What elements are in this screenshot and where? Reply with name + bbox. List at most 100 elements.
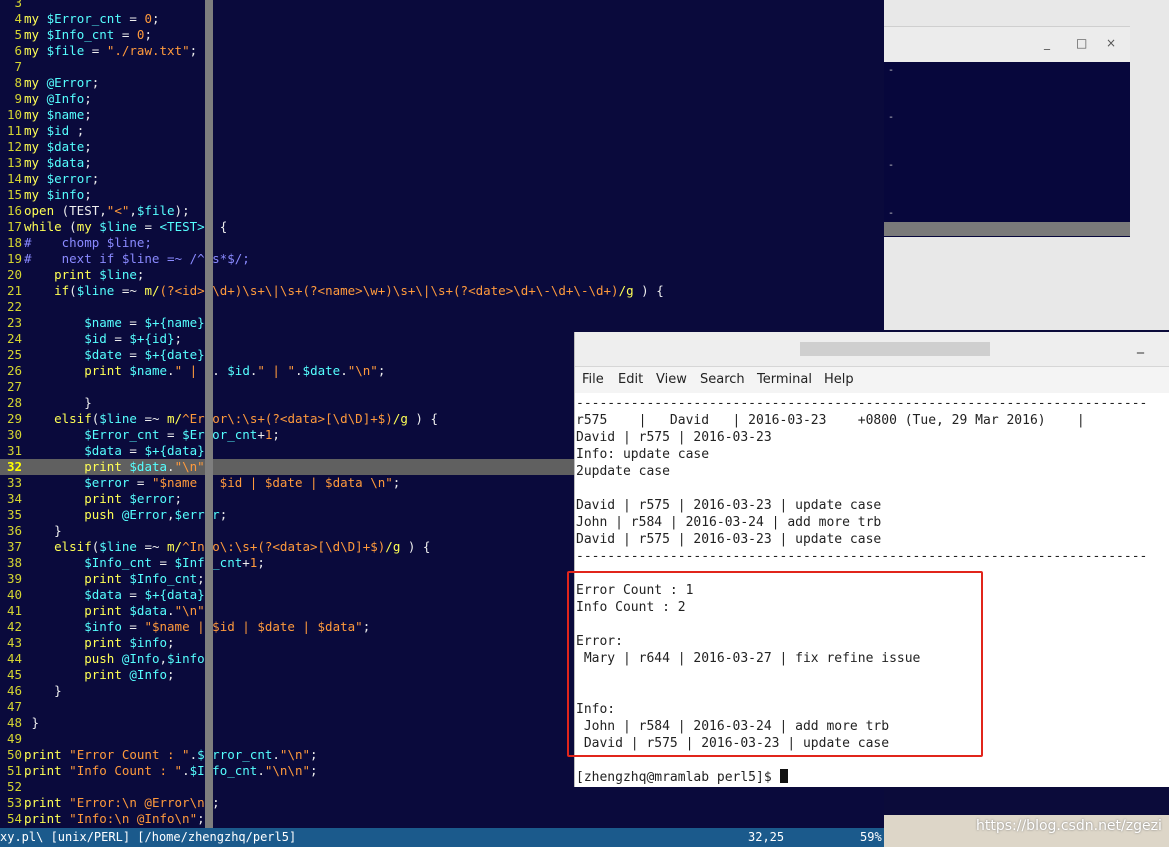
background-window-strip — [884, 222, 1130, 236]
terminal-line: ----------------------------------------… — [576, 549, 1148, 564]
code-line[interactable]: 23 $name = $+{name}; — [0, 315, 884, 331]
code-text[interactable]: my @Error; — [22, 75, 99, 90]
code-text[interactable]: my $data; — [22, 155, 92, 170]
code-text[interactable]: $data = $+{data}; — [22, 443, 212, 458]
line-number: 13 — [6, 155, 22, 170]
code-text[interactable]: $data = $+{data}; — [22, 587, 212, 602]
code-text[interactable]: print $info; — [22, 635, 174, 650]
code-line[interactable]: 20 print $line; — [0, 267, 884, 283]
code-text[interactable]: print $line; — [22, 267, 144, 282]
code-text[interactable]: my $file = "./raw.txt"; — [22, 43, 197, 58]
code-text[interactable]: elsif($line =~ m/^Info\:\s+(?<data>[\d\D… — [22, 539, 430, 554]
code-text[interactable] — [22, 0, 24, 10]
code-line[interactable]: 16 open (TEST,"<",$file); — [0, 203, 884, 219]
line-number: 30 — [6, 427, 22, 442]
code-line[interactable]: 4 my $Error_cnt = 0; — [0, 11, 884, 27]
code-text[interactable]: # chomp $line; — [22, 235, 152, 250]
code-line[interactable]: 3 — [0, 0, 884, 11]
code-text[interactable]: print "Error:\n @Error\n"; — [22, 795, 220, 810]
code-text[interactable]: print @Info; — [22, 667, 174, 682]
line-number: 39 — [6, 571, 22, 586]
bg-close-icon[interactable]: × — [1106, 36, 1116, 50]
code-line[interactable]: 17 while (my $line = <TEST>) { — [0, 219, 884, 235]
code-text[interactable]: print $Info_cnt; — [22, 571, 204, 586]
code-line[interactable]: 8 my @Error; — [0, 75, 884, 91]
code-line[interactable]: 6 my $file = "./raw.txt"; — [0, 43, 884, 59]
code-text[interactable]: my $id ; — [22, 123, 84, 138]
line-number: 27 — [6, 379, 22, 394]
code-text[interactable]: $date = $+{date}; — [22, 347, 212, 362]
code-line[interactable]: 5 my $Info_cnt = 0; — [0, 27, 884, 43]
code-line[interactable]: 9 my @Info; — [0, 91, 884, 107]
background-window-body: - - - - — [884, 62, 1130, 237]
menu-view[interactable]: View — [656, 372, 687, 387]
terminal-line: David | r575 | 2016-03-23 — [576, 430, 772, 445]
code-text[interactable]: print "Info Count : ".$Info_cnt."\n\n"; — [22, 763, 318, 778]
code-text[interactable]: my $error; — [22, 171, 99, 186]
line-number: 23 — [6, 315, 22, 330]
code-text[interactable]: push @Info,$info; — [22, 651, 212, 666]
menu-file[interactable]: File — [582, 372, 604, 387]
vim-status-line: xy.pl\ [unix/PERL] [/home/zhengzhq/perl5… — [0, 828, 884, 847]
code-text[interactable]: my $Info_cnt = 0; — [22, 27, 152, 42]
code-line[interactable]: 22 — [0, 299, 884, 315]
code-line[interactable]: 53 print "Error:\n @Error\n"; — [0, 795, 884, 811]
code-text[interactable] — [22, 59, 24, 74]
code-text[interactable]: print $name." | ". $id." | ".$date."\n"; — [22, 363, 385, 378]
code-text[interactable] — [22, 731, 24, 746]
code-line[interactable]: 7 — [0, 59, 884, 75]
minimize-icon[interactable]: _ — [1137, 338, 1144, 354]
code-text[interactable]: my @Info; — [22, 91, 92, 106]
code-text[interactable]: while (my $line = <TEST>) { — [22, 219, 227, 234]
code-text[interactable]: # next if $line =~ /^\s*$/; — [22, 251, 250, 266]
code-line[interactable]: 54 print "Info:\n @Info\n"; — [0, 811, 884, 827]
code-text[interactable]: print $data."\n"; — [22, 459, 212, 474]
code-text[interactable] — [22, 299, 24, 314]
code-line[interactable]: 19 # next if $line =~ /^\s*$/; — [0, 251, 884, 267]
line-number: 54 — [6, 811, 22, 826]
code-text[interactable]: push @Error,$error; — [22, 507, 227, 522]
bg-minimize-icon[interactable]: _ — [1044, 36, 1050, 50]
code-text[interactable]: $info = "$name | $id | $date | $data"; — [22, 619, 370, 634]
code-line[interactable]: 11 my $id ; — [0, 123, 884, 139]
code-line[interactable]: 15 my $info; — [0, 187, 884, 203]
code-text[interactable]: $Info_cnt = $Info_cnt+1; — [22, 555, 265, 570]
terminal-titlebar[interactable]: _ — [575, 332, 1169, 367]
code-text[interactable]: } — [22, 715, 40, 730]
terminal-prompt[interactable]: [zhengzhq@mramlab perl5]$ — [576, 769, 1166, 786]
code-text[interactable]: } — [22, 523, 62, 538]
code-text[interactable] — [22, 699, 24, 714]
code-text[interactable]: open (TEST,"<",$file); — [22, 203, 190, 218]
bg-maximize-icon[interactable]: □ — [1076, 36, 1087, 50]
code-text[interactable]: my $info; — [22, 187, 92, 202]
menu-search[interactable]: Search — [700, 372, 745, 387]
line-number: 40 — [6, 587, 22, 602]
code-text[interactable]: } — [22, 395, 92, 410]
menu-edit[interactable]: Edit — [618, 372, 643, 387]
menu-help[interactable]: Help — [824, 372, 854, 387]
code-line[interactable]: 12 my $date; — [0, 139, 884, 155]
code-text[interactable]: print $data."\n"; — [22, 603, 212, 618]
code-text[interactable] — [22, 379, 24, 394]
code-text[interactable]: my $name; — [22, 107, 92, 122]
code-line[interactable]: 18 # chomp $line; — [0, 235, 884, 251]
code-text[interactable]: elsif($line =~ m/^Error\:\s+(?<data>[\d\… — [22, 411, 438, 426]
code-text[interactable]: $Error_cnt = $Error_cnt+1; — [22, 427, 280, 442]
code-text[interactable] — [22, 779, 24, 794]
code-text[interactable]: if($line =~ m/(?<id>r\d+)\s+\|\s+(?<name… — [22, 283, 664, 298]
code-text[interactable]: my $date; — [22, 139, 92, 154]
code-text[interactable]: print $error; — [22, 491, 182, 506]
code-line[interactable]: 13 my $data; — [0, 155, 884, 171]
code-text[interactable]: } — [22, 683, 62, 698]
code-line[interactable]: 10 my $name; — [0, 107, 884, 123]
code-line[interactable]: 14 my $error; — [0, 171, 884, 187]
line-number: 51 — [6, 763, 22, 778]
code-text[interactable]: print "Info:\n @Info\n"; — [22, 811, 205, 826]
code-text[interactable]: print "Error Count : ".$Error_cnt."\n"; — [22, 747, 318, 762]
code-line[interactable]: 21 if($line =~ m/(?<id>r\d+)\s+\|\s+(?<n… — [0, 283, 884, 299]
code-text[interactable]: my $Error_cnt = 0; — [22, 11, 160, 26]
menu-terminal[interactable]: Terminal — [757, 372, 812, 387]
code-text[interactable]: $name = $+{name}; — [22, 315, 212, 330]
background-window-titlebar[interactable] — [884, 26, 1130, 63]
code-text[interactable]: $id = $+{id}; — [22, 331, 182, 346]
